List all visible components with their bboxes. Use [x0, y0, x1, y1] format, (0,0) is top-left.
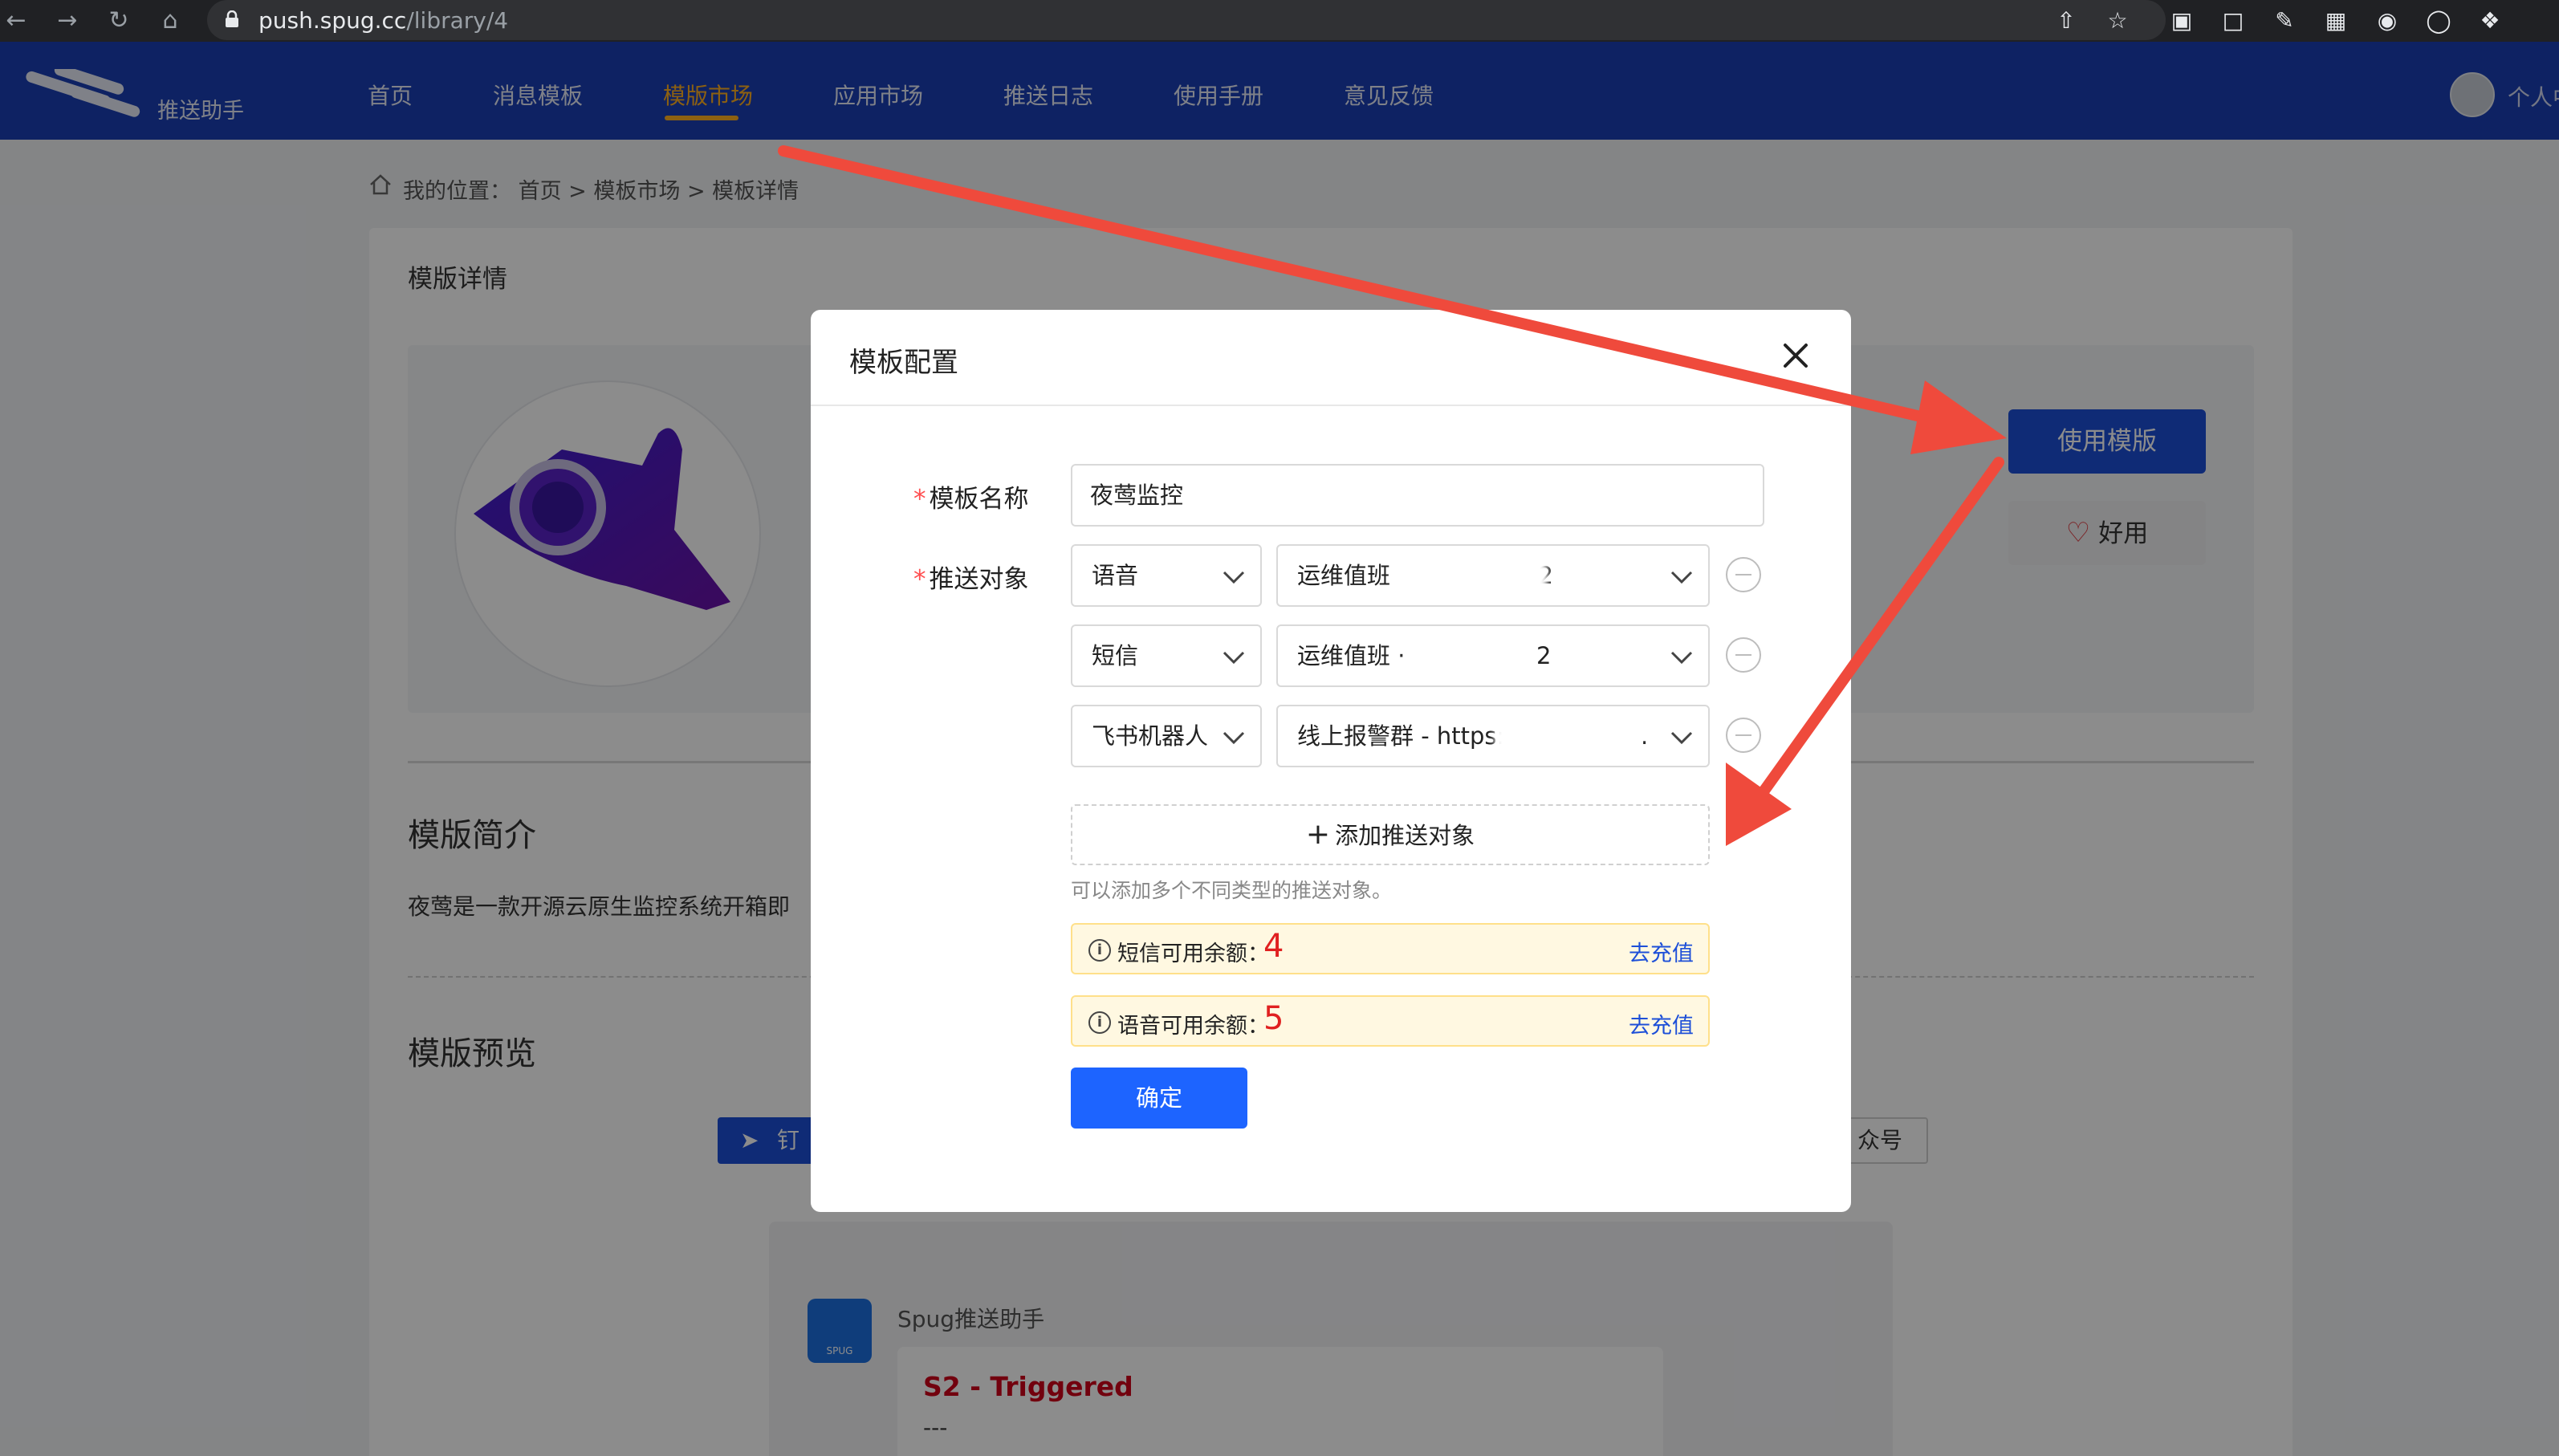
add-target-label: 添加推送对象: [1335, 822, 1475, 849]
voice-balance-alert: i 语音可用余额： 5 去充值: [1071, 995, 1710, 1047]
plus-icon: +: [1305, 818, 1331, 851]
redacted-mask: [1419, 555, 1548, 597]
confirm-button[interactable]: 确定: [1071, 1068, 1247, 1129]
chevron-down-icon: [1670, 651, 1693, 665]
redacted-mask: [1495, 718, 1639, 758]
sms-balance-label: 短信可用余额：: [1117, 942, 1269, 966]
back-icon[interactable]: ←: [0, 5, 32, 37]
target-type-select[interactable]: 语音: [1071, 544, 1262, 607]
extension-icon[interactable]: ◉: [2373, 6, 2402, 35]
target-value-suffix: 2: [1536, 642, 1552, 669]
target-value-suffix: .: [1641, 722, 1649, 750]
browser-toolbar: ← → ↻ ⌂ push.spug.cc/library/4 ⇧ ☆ ▣ □ ✎…: [0, 0, 2559, 42]
target-value-text: 线上报警群 - https:/: [1297, 722, 1513, 750]
share-icon[interactable]: ⇧: [2052, 6, 2081, 35]
target-value-select[interactable]: 运维值班 32: [1276, 544, 1710, 607]
info-icon: i: [1088, 939, 1111, 962]
extension-icon[interactable]: ◯: [2424, 6, 2453, 35]
url-text[interactable]: push.spug.cc/library/4: [258, 7, 508, 34]
reload-icon[interactable]: ↻: [103, 5, 135, 37]
add-target-hint: 可以添加多个不同类型的推送对象。: [1071, 879, 1393, 902]
modal-header-divider: [811, 405, 1851, 406]
template-name-input[interactable]: 夜莺监控: [1071, 464, 1764, 527]
sms-balance-value: 4: [1263, 928, 1284, 965]
close-icon[interactable]: [1776, 336, 1816, 376]
qr-code-icon[interactable]: ▦: [2321, 6, 2350, 35]
url-path: /library/4: [406, 7, 509, 34]
bookmark-star-icon[interactable]: ☆: [2103, 6, 2132, 35]
url-host: push.spug.cc: [258, 7, 407, 34]
voice-recharge-link[interactable]: 去充值: [1629, 1008, 1694, 1039]
target-value-text: 运维值班 ·: [1297, 642, 1406, 669]
voice-balance-value: 5: [1263, 1000, 1284, 1037]
chevron-down-icon: [1670, 731, 1693, 745]
chevron-down-icon: [1670, 571, 1693, 584]
sms-balance-alert: i 短信可用余额： 4 去充值: [1071, 923, 1710, 974]
info-icon: i: [1088, 1011, 1111, 1034]
target-type-value: 短信: [1092, 642, 1139, 669]
target-type-value: 语音: [1092, 562, 1139, 589]
push-target-label: * 推送对象: [913, 565, 1029, 594]
sms-recharge-link[interactable]: 去充值: [1629, 936, 1694, 967]
extension-icon[interactable]: ▣: [2167, 6, 2196, 35]
voice-balance-label: 语音可用余额：: [1117, 1014, 1269, 1039]
template-name-label: * 模板名称: [913, 485, 1029, 514]
lock-icon: [226, 10, 238, 27]
target-value-select[interactable]: 运维值班 · 2: [1276, 624, 1710, 687]
puzzle-icon[interactable]: ❖: [2476, 6, 2504, 35]
chevron-down-icon: [1223, 651, 1245, 665]
push-target-label-text: 推送对象: [929, 565, 1029, 594]
template-name-label-text: 模板名称: [929, 485, 1029, 514]
target-value-select[interactable]: 线上报警群 - https:/ .: [1276, 705, 1710, 767]
forward-icon[interactable]: →: [51, 5, 83, 37]
target-type-select[interactable]: 短信: [1071, 624, 1262, 687]
extension-icon[interactable]: □: [2219, 6, 2248, 35]
target-type-select[interactable]: 飞书机器人: [1071, 705, 1262, 767]
remove-target-icon[interactable]: [1726, 637, 1761, 673]
extension-icon[interactable]: ✎: [2270, 6, 2299, 35]
chevron-down-icon: [1223, 571, 1245, 584]
add-target-button[interactable]: + 添加推送对象: [1071, 804, 1710, 865]
home-icon[interactable]: ⌂: [154, 5, 186, 37]
target-value-text: 运维值班: [1297, 562, 1391, 589]
remove-target-icon[interactable]: [1726, 557, 1761, 592]
chevron-down-icon: [1223, 731, 1245, 745]
modal-title: 模板配置: [849, 347, 958, 379]
remove-target-icon[interactable]: [1726, 718, 1761, 753]
target-type-value: 飞书机器人: [1092, 722, 1209, 750]
redacted-mask: [1406, 641, 1527, 676]
